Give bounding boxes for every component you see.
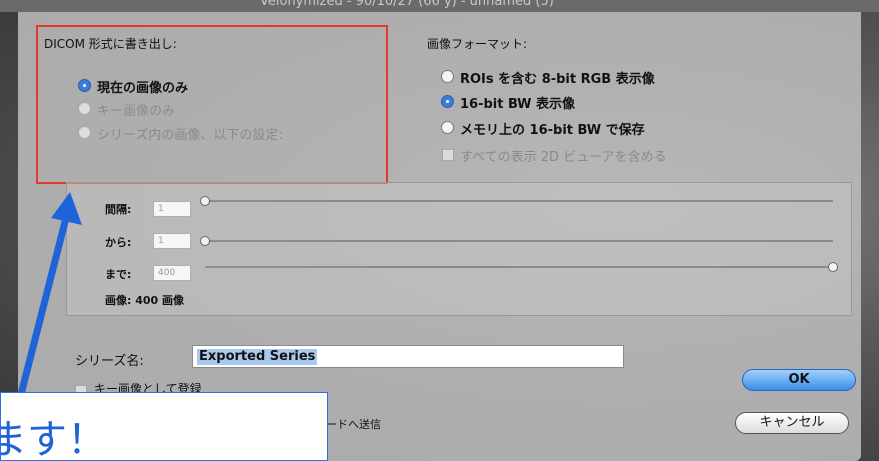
annotation-arrowhead [51,192,82,225]
annotation-callout-text: ます！ [1,417,107,461]
annotation-callout: ます！ [0,392,328,461]
annotation-arrow-shaft [13,217,70,411]
